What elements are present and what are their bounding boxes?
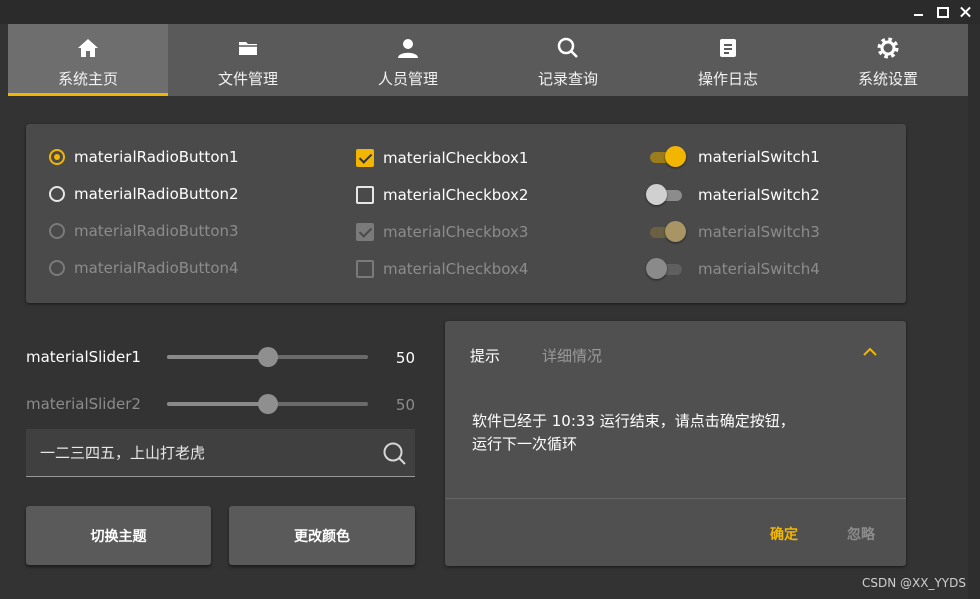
gear-icon: [877, 37, 899, 59]
tab-label: 系统主页: [57, 70, 118, 88]
switch-toggle: [646, 146, 686, 168]
radio-label: materialRadioButton3: [74, 222, 239, 240]
radio-button-2[interactable]: materialRadioButton2: [49, 185, 239, 203]
radio-button-1[interactable]: materialRadioButton1: [49, 148, 239, 166]
close-icon[interactable]: [958, 5, 972, 19]
checkbox-label: materialCheckbox3: [383, 223, 529, 241]
radio-indicator: [49, 186, 65, 202]
switch-theme-button[interactable]: 切换主题: [26, 506, 211, 565]
switch-toggle: [646, 184, 686, 206]
tab-label: 人员管理: [377, 70, 438, 88]
dialog-message-line: 软件已经于 10:33 运行结束，请点击确定按钮，: [472, 412, 795, 430]
tab-label: 操作日志: [697, 70, 758, 88]
tab-records[interactable]: 记录查询: [488, 24, 648, 96]
search-icon[interactable]: [382, 441, 408, 467]
chevron-up-icon[interactable]: [862, 346, 878, 358]
switch-label: materialSwitch1: [698, 148, 820, 166]
text-input[interactable]: [40, 429, 370, 476]
radio-label: materialRadioButton4: [74, 259, 239, 277]
folder-icon: [239, 42, 257, 55]
tab-bar: 系统主页 文件管理 人员管理 记录查询 操作日志 系统设置: [8, 24, 968, 96]
checkbox-label: materialCheckbox2: [383, 186, 529, 204]
slider-2: [167, 394, 368, 414]
ok-button[interactable]: 确定: [770, 524, 798, 544]
checkbox-label: materialCheckbox4: [383, 260, 529, 278]
radio-button-3: materialRadioButton3: [49, 222, 239, 240]
switch-label: materialSwitch4: [698, 260, 820, 278]
tab-log[interactable]: 操作日志: [648, 24, 808, 96]
switch-toggle: [646, 221, 686, 243]
tab-home[interactable]: 系统主页: [8, 24, 168, 96]
change-color-button[interactable]: 更改颜色: [229, 506, 415, 565]
switch-3: materialSwitch3: [646, 221, 820, 243]
radio-button-4: materialRadioButton4: [49, 259, 239, 277]
checkbox-indicator: [356, 223, 374, 241]
checkbox-1[interactable]: materialCheckbox1: [356, 149, 528, 167]
tab-tip[interactable]: 提示: [470, 345, 500, 366]
slider-2-thumb: [257, 394, 278, 414]
checkbox-2[interactable]: materialCheckbox2: [356, 186, 528, 204]
slider-1[interactable]: [167, 347, 368, 367]
dialog-divider: [445, 498, 906, 499]
radio-indicator: [49, 260, 65, 276]
switch-label: materialSwitch2: [698, 186, 820, 204]
radio-indicator: [49, 223, 65, 239]
tab-label: 记录查询: [537, 70, 598, 88]
watermark-text: CSDN @XX_YYDS: [862, 576, 966, 590]
checkbox-indicator: [356, 186, 374, 204]
radio-label: materialRadioButton1: [74, 148, 239, 166]
checkbox-indicator: [356, 149, 374, 167]
dialog-card: 提示 详细情况 软件已经于 10:33 运行结束，请点击确定按钮， 运行下一次循…: [445, 321, 906, 566]
search-icon: [557, 37, 578, 58]
radio-indicator: [49, 149, 65, 165]
slider-2-value: 50: [395, 396, 415, 414]
tab-settings[interactable]: 系统设置: [808, 24, 968, 96]
scrollbar[interactable]: [968, 24, 980, 599]
radio-label: materialRadioButton2: [74, 185, 239, 203]
dialog-message: 软件已经于 10:33 运行结束，请点击确定按钮， 运行下一次循环: [472, 410, 795, 456]
minimize-icon[interactable]: [912, 5, 926, 19]
dialog-message-line: 运行下一次循环: [472, 435, 578, 453]
active-tab-indicator: [8, 93, 168, 96]
tab-label: 系统设置: [857, 70, 918, 88]
checkbox-3: materialCheckbox3: [356, 223, 528, 241]
switch-1[interactable]: materialSwitch1: [646, 146, 820, 168]
slider-2-label: materialSlider2: [26, 395, 141, 413]
switch-toggle: [646, 258, 686, 280]
tab-people[interactable]: 人员管理: [328, 24, 488, 96]
slider-1-label: materialSlider1: [26, 348, 141, 366]
slider-2-fill: [167, 402, 268, 406]
maximize-icon[interactable]: [936, 5, 950, 19]
text-field[interactable]: [26, 429, 415, 477]
tab-files[interactable]: 文件管理: [168, 24, 328, 96]
switch-4: materialSwitch4: [646, 258, 820, 280]
person-icon: [398, 39, 418, 58]
slider-1-value: 50: [395, 349, 415, 367]
tab-detail[interactable]: 详细情况: [542, 345, 602, 366]
checkbox-indicator: [356, 260, 374, 278]
title-bar: [0, 0, 980, 24]
tab-label: 文件管理: [217, 70, 278, 88]
slider-1-thumb[interactable]: [257, 347, 278, 367]
home-icon: [78, 39, 98, 57]
checkbox-4: materialCheckbox4: [356, 260, 528, 278]
slider-1-fill: [167, 355, 268, 359]
switch-label: materialSwitch3: [698, 223, 820, 241]
checkbox-label: materialCheckbox1: [383, 149, 529, 167]
ignore-button[interactable]: 忽略: [847, 524, 875, 544]
switch-2[interactable]: materialSwitch2: [646, 184, 820, 206]
log-icon: [720, 39, 736, 57]
